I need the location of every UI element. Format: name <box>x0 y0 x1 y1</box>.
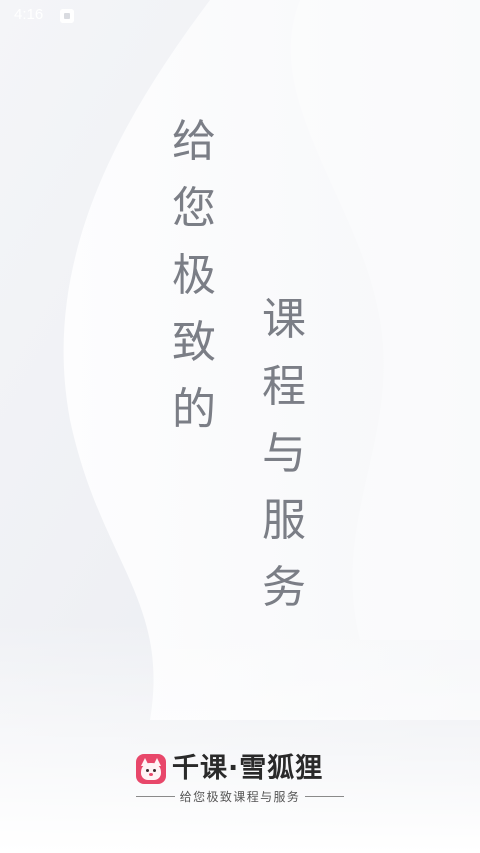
background-wave <box>0 0 480 853</box>
status-time: 4:16 <box>14 6 44 23</box>
brand-logo: 千课·雪狐狸 <box>136 754 323 784</box>
headline-char: 服 <box>262 495 306 546</box>
headline-char: 课 <box>262 294 306 345</box>
fox-logo-icon <box>136 754 166 784</box>
brand-slogan: 给您极致课程与服务 <box>136 786 345 806</box>
status-bar: 4:16 <box>0 0 480 32</box>
slogan-divider-left <box>136 795 175 797</box>
headline-right-column: 课 程 与 服 务 <box>256 298 312 633</box>
headline-char: 极 <box>172 250 216 301</box>
headline-char: 致 <box>172 317 216 368</box>
headline-char: 给 <box>172 116 216 167</box>
slogan-text: 给您极致课程与服务 <box>179 789 301 804</box>
brand-name: 千课·雪狐狸 <box>172 753 324 784</box>
headline-char: 务 <box>262 562 306 613</box>
headline-char: 与 <box>262 428 306 479</box>
headline-char: 程 <box>262 361 306 412</box>
slogan-divider-right <box>305 795 345 797</box>
headline-char: 您 <box>172 183 216 234</box>
headline-left-column: 给 您 极 致 的 <box>166 120 222 455</box>
notification-icon <box>60 9 74 23</box>
headline-char: 的 <box>172 384 216 435</box>
